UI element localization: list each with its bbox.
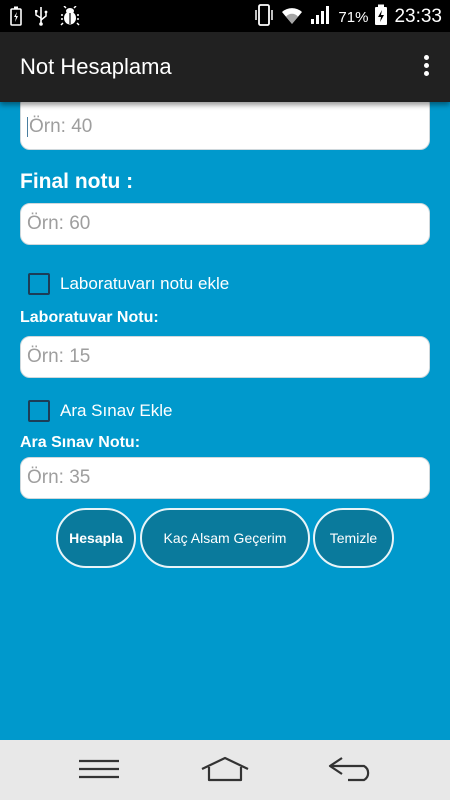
overflow-menu-icon[interactable] [422, 55, 430, 79]
midterm-field[interactable]: Örn: 40 [20, 102, 430, 150]
lab-label: Laboratuvar Notu: [20, 309, 159, 326]
wifi-icon [280, 5, 304, 29]
quiz-field[interactable]: Örn: 35 [20, 457, 430, 499]
clear-button[interactable]: Temizle [313, 508, 394, 568]
usb-icon [34, 6, 48, 30]
how-much-button[interactable]: Kaç Alsam Geçerim [140, 508, 310, 568]
status-bar: 71% 23:33 [0, 0, 450, 32]
quiz-field-placeholder: Örn: 35 [27, 467, 91, 488]
form-content: Örn: 40 Final notu : Örn: 60 Laboratuvar… [0, 102, 450, 740]
back-icon[interactable] [328, 756, 376, 786]
app-bar: Not Hesaplama [0, 32, 450, 102]
lab-checkbox[interactable] [28, 273, 50, 295]
battery-charging-icon [10, 6, 22, 30]
vibrate-icon [254, 4, 274, 30]
menu-icon[interactable] [78, 758, 120, 784]
quiz-checkbox-row[interactable]: Ara Sınav Ekle [28, 400, 172, 422]
app-title: Not Hesaplama [20, 54, 172, 79]
signal-icon [310, 5, 332, 29]
quiz-checkbox-label: Ara Sınav Ekle [60, 401, 173, 420]
lab-checkbox-row[interactable]: Laboratuvarı notu ekle [28, 273, 229, 295]
quiz-checkbox[interactable] [28, 400, 50, 422]
clock: 23:33 [394, 6, 442, 27]
lab-checkbox-label: Laboratuvarı notu ekle [60, 274, 230, 293]
home-icon[interactable] [200, 756, 250, 786]
battery-icon [374, 4, 388, 30]
final-label: Final notu : [20, 170, 134, 193]
battery-percent: 71% [338, 8, 369, 26]
midterm-field-placeholder: Örn: 40 [29, 116, 93, 137]
lab-field-placeholder: Örn: 15 [27, 346, 91, 367]
final-field[interactable]: Örn: 60 [20, 203, 430, 245]
bug-icon [60, 5, 80, 30]
nav-bar [0, 740, 450, 800]
lab-field[interactable]: Örn: 15 [20, 336, 430, 378]
calculate-button[interactable]: Hesapla [56, 508, 136, 568]
final-field-placeholder: Örn: 60 [27, 213, 91, 234]
text-cursor [27, 117, 28, 137]
quiz-label: Ara Sınav Notu: [20, 434, 141, 451]
